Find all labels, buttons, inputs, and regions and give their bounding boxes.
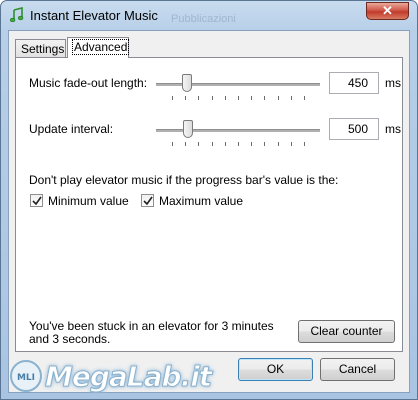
background-window-title: Pubblicazioni — [171, 13, 236, 25]
slider-tick — [290, 142, 292, 146]
watermark: MLI MegaLab.it — [9, 357, 213, 397]
slider-tick — [304, 96, 305, 100]
slider-tick — [198, 96, 200, 100]
slider-tick — [290, 96, 292, 100]
fade-out-slider-track — [156, 83, 320, 87]
watermark-badge-icon: MLI — [10, 360, 42, 392]
slider-tick — [224, 96, 226, 100]
slider-tick — [211, 96, 213, 100]
watermark-text: MegaLab.it — [44, 360, 212, 394]
clear-counter-label: Clear counter — [310, 324, 383, 338]
condition-label: Don't play elevator music if the progres… — [29, 173, 339, 187]
clear-counter-button[interactable]: Clear counter — [298, 320, 395, 343]
fade-out-label: Music fade-out length: — [29, 76, 148, 90]
title-bar[interactable]: Instant Elevator Music Pubblicazioni ✕ — [1, 1, 417, 29]
update-interval-unit: ms — [385, 122, 401, 136]
dialog-client-area: Settings Advanced Music fade-out length:… — [8, 30, 410, 393]
slider-tick — [238, 142, 239, 146]
update-interval-slider-track — [156, 129, 320, 133]
fade-out-length-input[interactable]: 450 — [329, 72, 379, 94]
update-interval-slider-ticks — [156, 142, 320, 146]
maximum-value-checkbox[interactable] — [141, 194, 154, 207]
slider-tick — [251, 96, 253, 100]
slider-tick — [172, 96, 173, 100]
update-interval-label: Update interval: — [29, 122, 114, 136]
slider-tick — [185, 96, 187, 100]
window-title: Instant Elevator Music — [30, 8, 158, 23]
slider-tick — [277, 142, 279, 146]
tab-advanced-label: Advanced — [71, 39, 130, 55]
minimum-value-checkbox[interactable] — [30, 194, 43, 207]
svg-text:MLI: MLI — [17, 373, 35, 383]
stuck-time-text: You've been stuck in an elevator for 3 m… — [29, 319, 274, 346]
slider-tick — [264, 96, 266, 100]
close-icon: ✕ — [382, 3, 393, 18]
update-interval-slider[interactable] — [156, 120, 320, 150]
cancel-label: Cancel — [338, 362, 377, 376]
ok-label: OK — [266, 362, 285, 376]
slider-tick — [224, 142, 226, 146]
tab-settings[interactable]: Settings — [15, 39, 66, 57]
fade-out-unit: ms — [385, 76, 401, 90]
fade-out-slider-thumb[interactable] — [181, 74, 192, 92]
fade-out-slider[interactable] — [156, 74, 320, 104]
advanced-panel: Music fade-out length: 450 ms Update int… — [15, 57, 403, 352]
app-window: Instant Elevator Music Pubblicazioni ✕ S… — [0, 0, 418, 400]
slider-tick — [251, 142, 253, 146]
minimum-value-label[interactable]: Minimum value — [48, 194, 129, 208]
slider-tick — [238, 96, 239, 100]
checkmark-icon — [32, 196, 42, 206]
fade-out-slider-ticks — [156, 96, 320, 100]
slider-tick — [211, 142, 213, 146]
update-interval-input[interactable]: 500 — [329, 118, 379, 140]
tab-settings-label: Settings — [21, 42, 65, 56]
ok-button[interactable]: OK — [238, 358, 313, 381]
checkmark-icon — [143, 196, 153, 206]
close-button[interactable]: ✕ — [366, 2, 409, 20]
tab-advanced[interactable]: Advanced — [67, 37, 130, 58]
slider-tick — [264, 142, 266, 146]
slider-tick — [185, 142, 187, 146]
music-note-icon — [9, 6, 25, 23]
cancel-button[interactable]: Cancel — [320, 358, 395, 381]
slider-tick — [198, 142, 200, 146]
slider-tick — [172, 142, 173, 146]
slider-tick — [304, 142, 305, 146]
maximum-value-label[interactable]: Maximum value — [159, 194, 243, 208]
slider-tick — [277, 96, 279, 100]
update-interval-slider-thumb[interactable] — [182, 120, 193, 138]
